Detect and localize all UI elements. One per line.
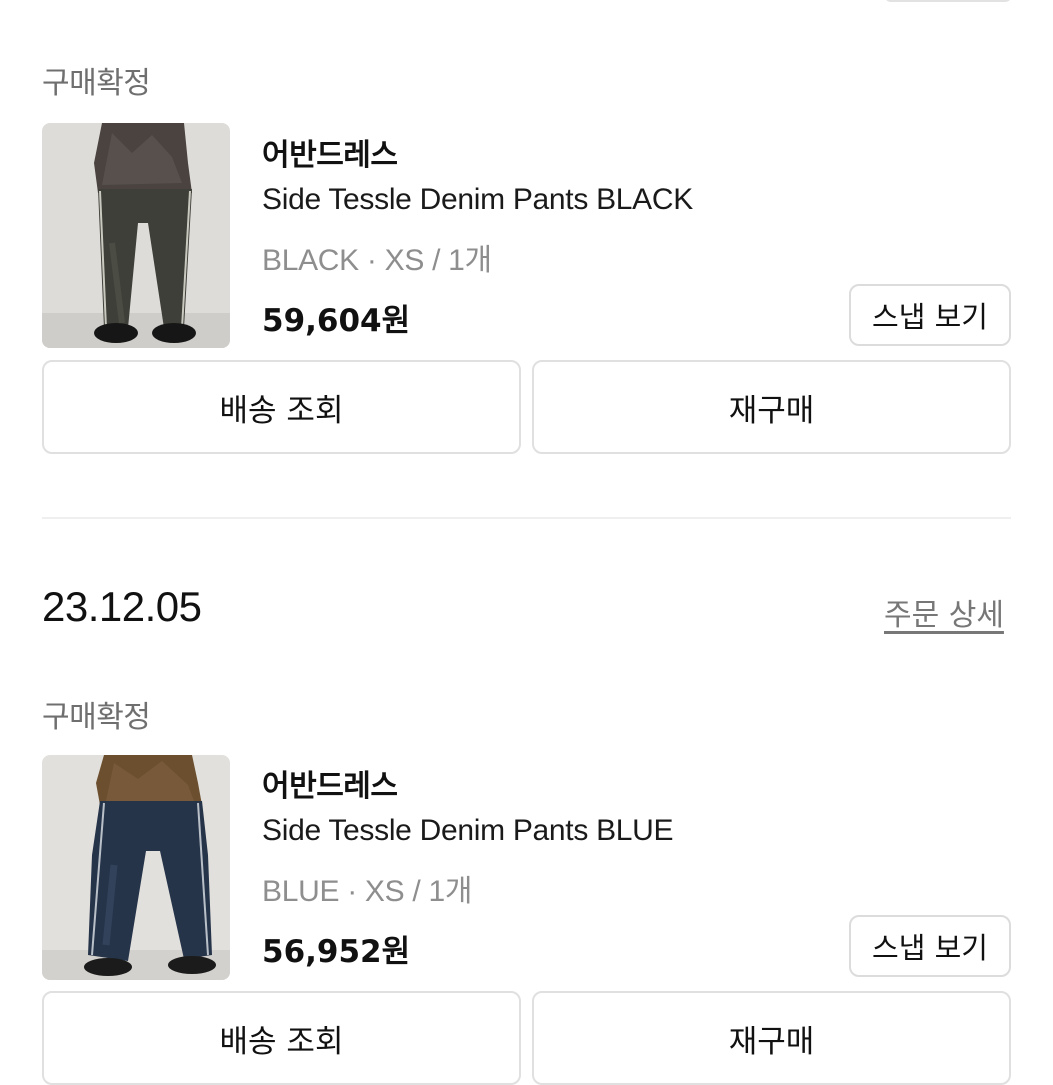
previous-button-edge[interactable] [884, 0, 1012, 2]
order-status: 구매확정 [42, 66, 151, 101]
order-date: 23.12.05 [42, 583, 202, 630]
rebuy-button[interactable]: 재구매 [532, 360, 1011, 454]
black-denim-pants-photo-icon [42, 123, 230, 348]
product-thumbnail[interactable] [42, 123, 230, 348]
section-divider [42, 517, 1011, 519]
product-price: 56,952원 [262, 934, 411, 970]
snap-view-label: 스냅 보기 [872, 300, 988, 334]
brand-name: 어반드레스 [262, 138, 398, 173]
rebuy-label: 재구매 [728, 392, 815, 429]
product-price: 59,604원 [262, 303, 411, 339]
product-option: BLACK · XS / 1개 [262, 244, 492, 277]
track-delivery-button[interactable]: 배송 조회 [42, 360, 521, 454]
product-thumbnail[interactable] [42, 755, 230, 980]
snap-view-button[interactable]: 스냅 보기 [849, 915, 1011, 977]
product-name[interactable]: Side Tessle Denim Pants BLACK [262, 183, 693, 217]
snap-view-label: 스냅 보기 [872, 931, 988, 965]
product-option: BLUE · XS / 1개 [262, 875, 473, 908]
track-delivery-label: 배송 조회 [219, 1023, 344, 1060]
track-delivery-button[interactable]: 배송 조회 [42, 991, 521, 1085]
product-name[interactable]: Side Tessle Denim Pants BLUE [262, 814, 674, 848]
brand-name: 어반드레스 [262, 769, 398, 804]
order-status: 구매확정 [42, 700, 151, 735]
snap-view-button[interactable]: 스냅 보기 [849, 284, 1011, 346]
rebuy-label: 재구매 [728, 1023, 815, 1060]
track-delivery-label: 배송 조회 [219, 392, 344, 429]
rebuy-button[interactable]: 재구매 [532, 991, 1011, 1085]
order-detail-link[interactable]: 주문 상세 [884, 590, 1004, 634]
blue-denim-pants-photo-icon [42, 755, 230, 980]
